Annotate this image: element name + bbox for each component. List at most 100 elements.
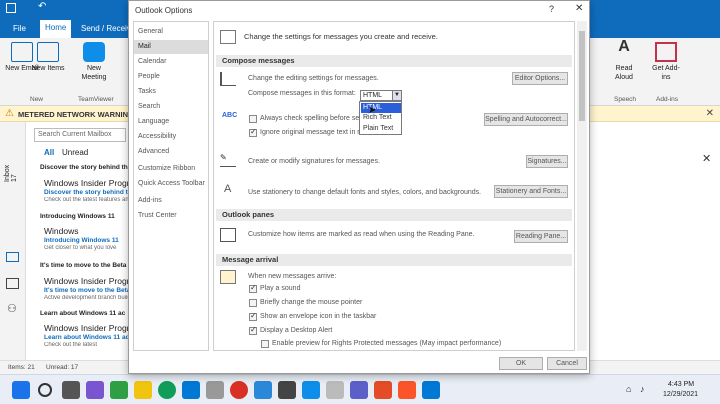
- mail-item-preview[interactable]: Active development branch build: [44, 295, 128, 301]
- teams-icon[interactable]: [350, 381, 368, 399]
- filter-all[interactable]: All: [44, 148, 54, 157]
- calendar-icon[interactable]: [6, 278, 19, 289]
- compose-format-dropdown: HTML Rich Text Plain Text: [359, 101, 402, 135]
- mail-item-sender[interactable]: Windows Insider Progr: [44, 323, 128, 333]
- mail-icon[interactable]: [6, 252, 19, 262]
- nav-trust-center[interactable]: Trust Center: [134, 209, 208, 223]
- ok-button[interactable]: OK: [499, 357, 543, 370]
- mail-item-sender[interactable]: Windows Insider Progr: [44, 276, 128, 286]
- mail-item-subject[interactable]: Introducing Windows 11: [44, 237, 128, 244]
- mail-item-preview[interactable]: Check out the latest features and: [44, 197, 128, 203]
- change-pointer-checkbox[interactable]: [249, 299, 257, 307]
- new-items-button[interactable]: New Items: [30, 42, 66, 73]
- mail-item-subject[interactable]: It's time to move to the Beta: [44, 287, 128, 294]
- edge-icon[interactable]: [158, 381, 176, 399]
- new-meeting-button[interactable]: New Meeting: [76, 42, 112, 82]
- signature-icon: ✎: [220, 153, 236, 167]
- nav-customize-ribbon[interactable]: Customize Ribbon: [134, 162, 208, 176]
- nav-quick-access-toolbar[interactable]: Quick Access Toolbar: [134, 177, 208, 191]
- search-input[interactable]: Search Current Mailbox: [34, 128, 126, 142]
- app-icon[interactable]: [110, 381, 128, 399]
- editor-options-button[interactable]: Editor Options...: [512, 72, 568, 85]
- options-scrollbar[interactable]: [577, 21, 587, 351]
- signatures-text: Create or modify signatures for messages…: [248, 158, 380, 165]
- play-sound-checkbox[interactable]: [249, 283, 257, 293]
- save-icon[interactable]: [6, 3, 16, 13]
- app-icon[interactable]: [254, 381, 272, 399]
- ignore-original-checkbox[interactable]: [249, 127, 257, 137]
- desktop-alert-label: Display a Desktop Alert: [260, 327, 333, 334]
- desktop-alert-checkbox[interactable]: [249, 325, 257, 335]
- format-option-html[interactable]: HTML: [361, 103, 401, 113]
- nav-calendar[interactable]: Calendar: [134, 55, 208, 69]
- play-sound-label: Play a sound: [260, 285, 301, 292]
- settings-icon[interactable]: [206, 381, 224, 399]
- nav-mail[interactable]: Mail: [134, 40, 208, 54]
- read-aloud-button[interactable]: A Read Aloud: [606, 38, 642, 82]
- editing-settings-text: Change the editing settings for messages…: [248, 75, 379, 82]
- nav-accessibility[interactable]: Accessibility: [134, 130, 208, 144]
- stationery-fonts-button[interactable]: Stationery and Fonts...: [494, 185, 568, 198]
- mail-item-subject[interactable]: Learn about Windows 11 acc: [44, 334, 128, 341]
- app-icon[interactable]: [278, 381, 296, 399]
- mail-item-sender[interactable]: Windows: [44, 226, 128, 236]
- chrome-icon[interactable]: [230, 381, 248, 399]
- inbox-rail-label[interactable]: Inbox 17: [4, 161, 18, 182]
- tab-home[interactable]: Home: [40, 20, 72, 38]
- volume-icon[interactable]: ♪: [640, 384, 645, 394]
- nav-advanced[interactable]: Advanced: [134, 145, 208, 159]
- nav-tasks[interactable]: Tasks: [134, 85, 208, 99]
- mail-item-subject[interactable]: Discover the story behind th: [44, 189, 128, 196]
- nav-search[interactable]: Search: [134, 100, 208, 114]
- outlook-icon[interactable]: [422, 381, 440, 399]
- task-view-icon[interactable]: [62, 381, 80, 399]
- brave-icon[interactable]: [398, 381, 416, 399]
- chat-icon[interactable]: [86, 381, 104, 399]
- teamviewer-icon[interactable]: [302, 381, 320, 399]
- read-aloud-icon: A: [618, 38, 630, 55]
- spelling-icon: ABC: [222, 112, 238, 119]
- clock-time[interactable]: 4:43 PM: [668, 381, 694, 388]
- get-addins-button[interactable]: Get Add-ins: [648, 42, 684, 82]
- chevron-down-icon[interactable]: ▼: [392, 90, 402, 101]
- nav-language[interactable]: Language: [134, 115, 208, 129]
- always-check-spelling-checkbox[interactable]: [249, 115, 257, 123]
- spelling-autocorrect-button[interactable]: Spelling and Autocorrect...: [484, 113, 568, 126]
- format-option-rich-text[interactable]: Rich Text: [361, 113, 401, 123]
- reading-pane-icon: [220, 228, 236, 242]
- undo-icon[interactable]: ↶: [38, 1, 46, 12]
- start-icon[interactable]: [12, 381, 30, 399]
- clock-date[interactable]: 12/29/2021: [663, 391, 698, 398]
- nav-general[interactable]: General: [134, 25, 208, 39]
- rights-preview-checkbox[interactable]: [261, 340, 269, 348]
- network-icon[interactable]: ⌂: [626, 384, 631, 394]
- reading-pane: ✕: [590, 122, 720, 360]
- mail-item-sender[interactable]: Windows Insider Progr: [44, 178, 128, 188]
- options-content: Change the settings for messages you cre…: [213, 21, 575, 351]
- show-envelope-checkbox[interactable]: [249, 311, 257, 321]
- reading-pane-button[interactable]: Reading Pane...: [514, 230, 568, 243]
- ignore-original-label: Ignore original message text in re: [260, 129, 364, 136]
- store-icon[interactable]: [182, 381, 200, 399]
- options-nav: General Mail Calendar People Tasks Searc…: [133, 21, 209, 351]
- search-icon[interactable]: [38, 383, 52, 397]
- help-button[interactable]: ?: [549, 4, 554, 14]
- dialog-title: Outlook Options: [135, 6, 193, 15]
- close-icon[interactable]: ✕: [706, 108, 714, 119]
- signatures-button[interactable]: Signatures...: [526, 155, 568, 168]
- app-icon[interactable]: [374, 381, 392, 399]
- filter-unread[interactable]: Unread: [62, 148, 88, 157]
- mail-item-preview[interactable]: Get closer to what you love: [44, 245, 128, 251]
- app-icon[interactable]: [326, 381, 344, 399]
- mail-item-preview[interactable]: Check out the latest: [44, 342, 128, 348]
- scrollbar-thumb[interactable]: [579, 31, 585, 121]
- cancel-button[interactable]: Cancel: [547, 357, 587, 370]
- close-button[interactable]: ✕: [575, 3, 583, 14]
- nav-addins[interactable]: Add-ins: [134, 194, 208, 208]
- format-option-plain-text[interactable]: Plain Text: [361, 124, 401, 134]
- nav-people[interactable]: People: [134, 70, 208, 84]
- tab-file[interactable]: File: [8, 21, 31, 36]
- file-explorer-icon[interactable]: [134, 381, 152, 399]
- people-icon[interactable]: ⚇: [7, 302, 17, 315]
- close-icon[interactable]: ✕: [702, 152, 711, 165]
